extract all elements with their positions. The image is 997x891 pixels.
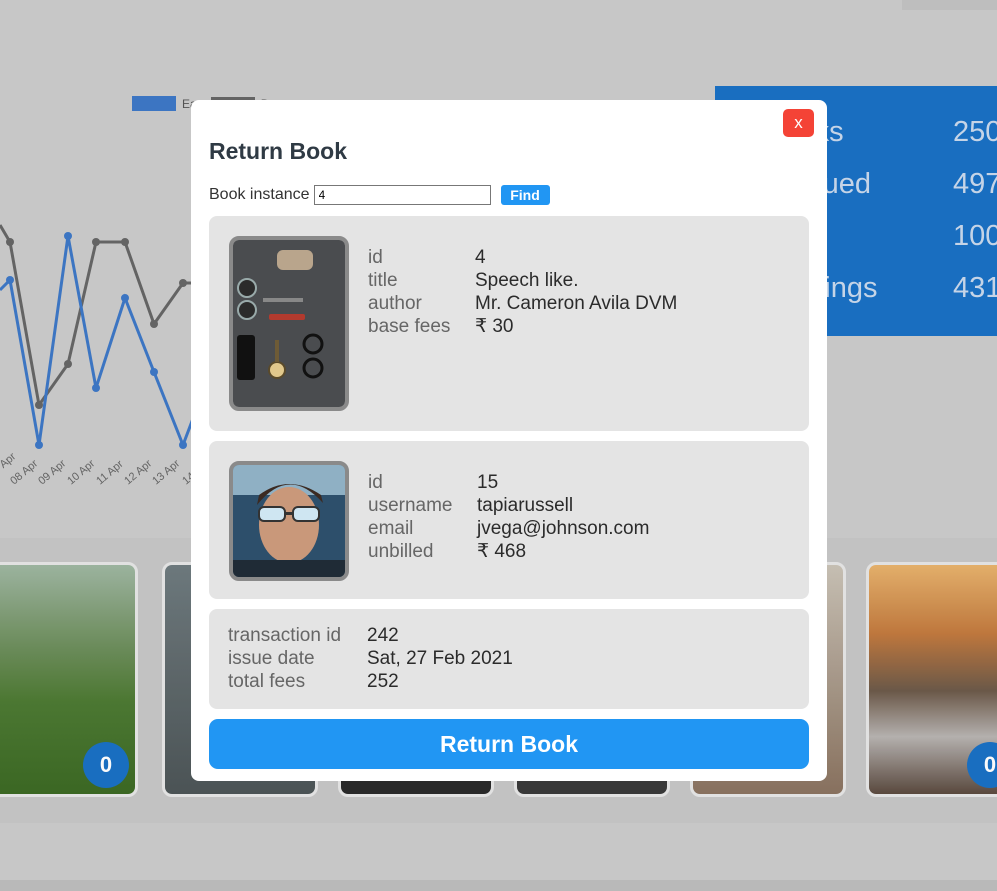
unbilled-label: unbilled (368, 541, 434, 562)
total-fees-label: total fees (228, 671, 306, 692)
user-avatar (229, 461, 349, 581)
issue-date-value: Sat, 27 Feb 2021 (367, 648, 513, 669)
book-cover-image (229, 236, 349, 411)
email-label: email (368, 518, 414, 539)
return-book-button[interactable]: Return Book (209, 719, 809, 769)
book-title-label: title (368, 270, 398, 291)
book-fees-value: ₹ 30 (475, 316, 514, 337)
find-row: Book instance Find (209, 185, 550, 205)
modal-title: Return Book (209, 138, 347, 164)
issue-date-label: issue date (228, 648, 315, 669)
user-id-label: id (368, 472, 383, 493)
transaction-id-value: 242 (367, 625, 399, 646)
book-author-value: Mr. Cameron Avila DVM (475, 293, 678, 314)
email-value: jvega@johnson.com (477, 518, 650, 539)
total-fees-value: 252 (367, 671, 399, 692)
unbilled-value: ₹ 468 (477, 541, 527, 562)
book-id-value: 4 (475, 247, 486, 268)
transaction-details-panel: transaction id 242 issue date Sat, 27 Fe… (209, 609, 809, 709)
book-instance-input[interactable] (313, 185, 491, 205)
book-author-label: author (368, 293, 422, 314)
book-fees-label: base fees (368, 316, 451, 337)
find-button[interactable]: Find (500, 185, 550, 205)
book-instance-label: Book instance (209, 186, 310, 203)
close-button[interactable]: x (783, 109, 814, 137)
book-title-value: Speech like. (475, 270, 579, 291)
return-book-modal: x Return Book Book instance Find id (191, 100, 827, 781)
user-id-value: 15 (477, 472, 499, 493)
username-label: username (368, 495, 453, 516)
book-details-panel: id 4 title Speech like. author Mr. Camer… (209, 216, 809, 431)
user-details-panel: id 15 username tapiarussell email jvega@… (209, 441, 809, 599)
transaction-id-label: transaction id (228, 625, 342, 646)
username-value: tapiarussell (477, 495, 574, 516)
book-id-label: id (368, 247, 383, 268)
